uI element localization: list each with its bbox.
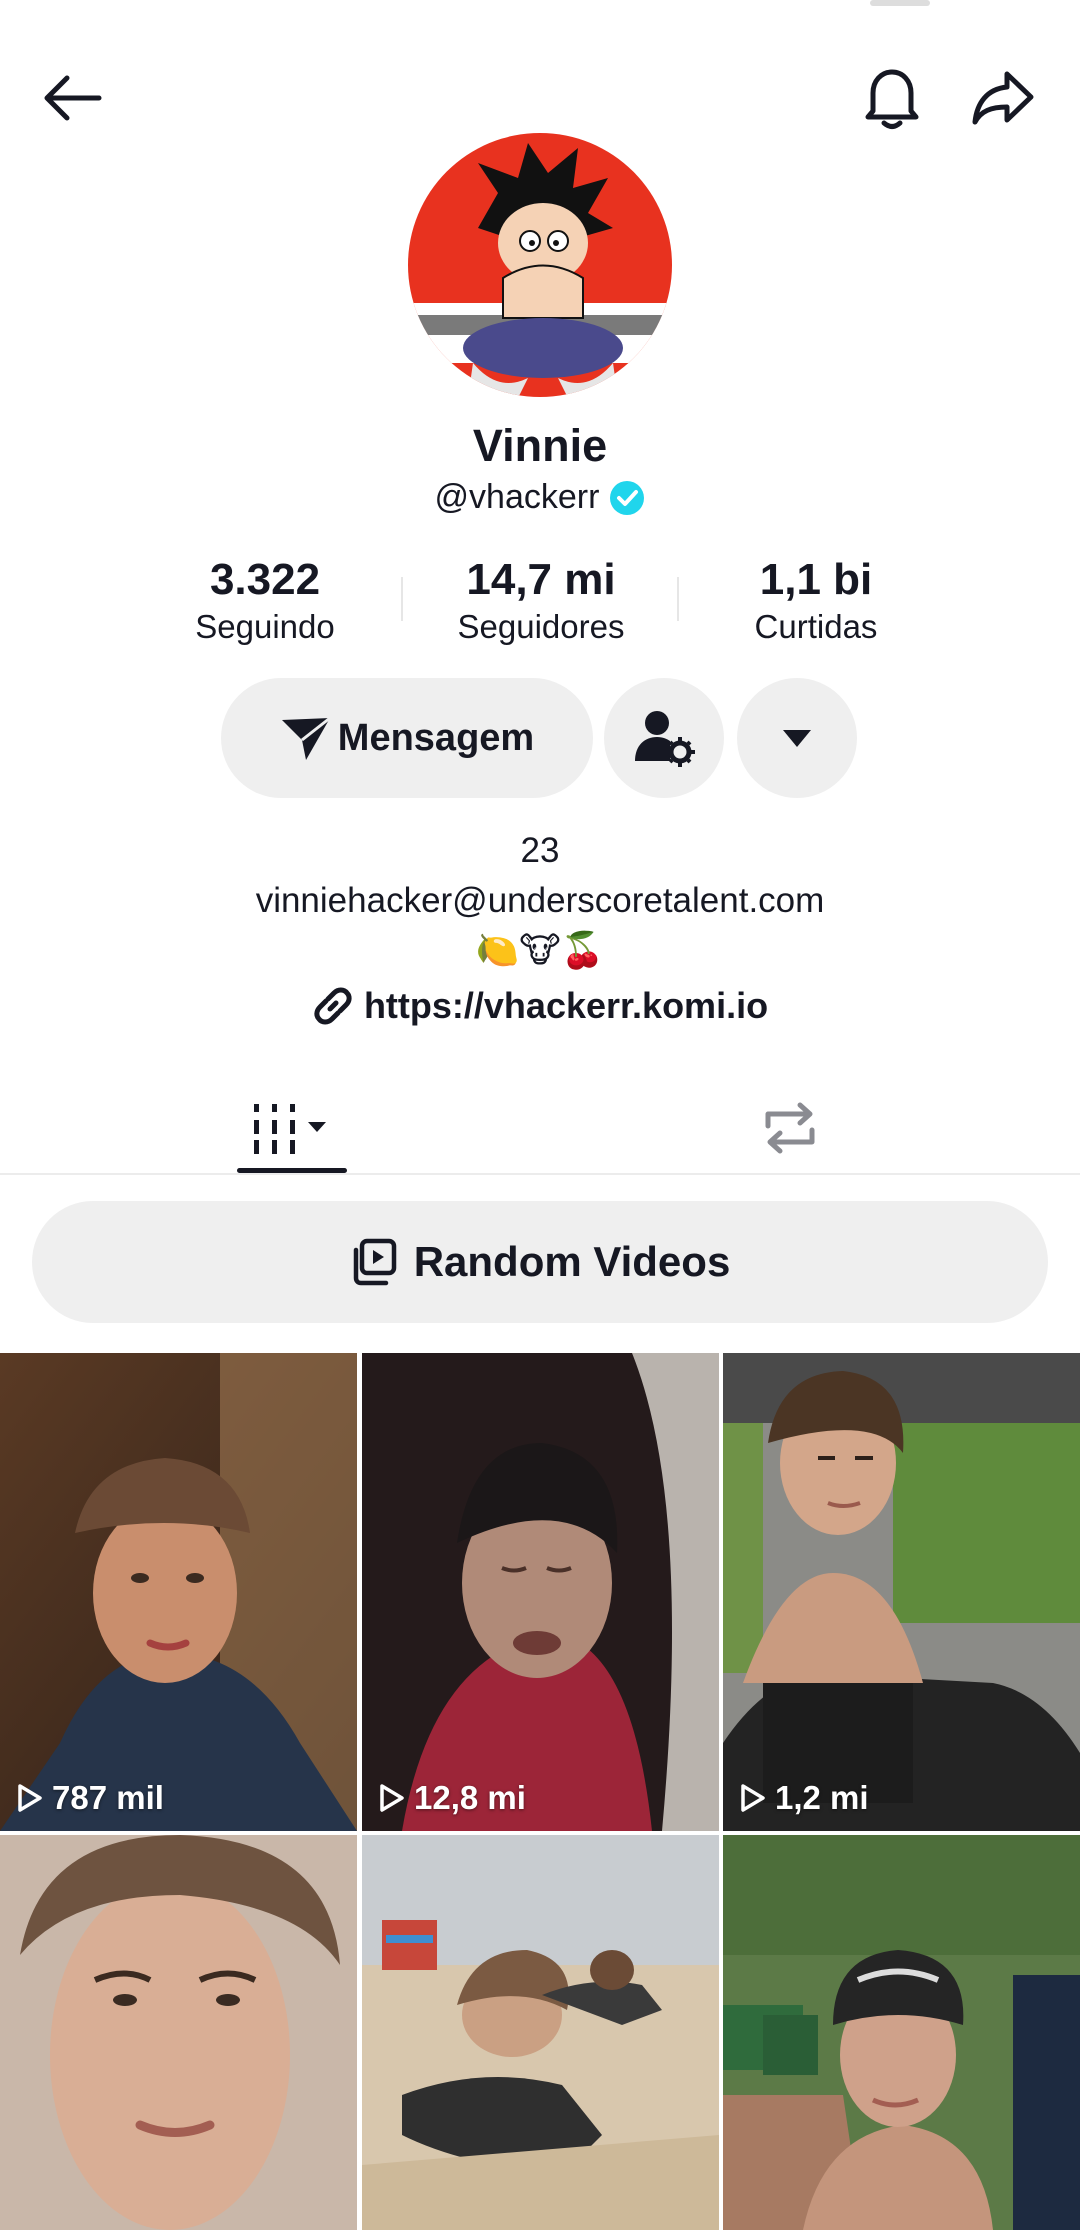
- video-grid-icon: [254, 1103, 326, 1154]
- video-thumbnail[interactable]: 787 mil: [0, 1353, 357, 1831]
- view-count: 787 mil: [16, 1779, 164, 1817]
- arrow-left-icon: [44, 75, 102, 121]
- link-icon: [314, 987, 352, 1025]
- view-count-text: 12,8 mi: [414, 1779, 526, 1816]
- bio-link[interactable]: https://vhackerr.komi.io: [0, 985, 1080, 1027]
- caret-down-icon: [783, 730, 811, 747]
- message-label: Mensagem: [337, 716, 535, 759]
- profile-actions: Mensagem: [0, 678, 1080, 798]
- stat-divider: [677, 577, 679, 621]
- active-tab-indicator: [237, 1168, 347, 1173]
- bio-line-email: vinniehacker@underscoretalent.com: [255, 881, 825, 920]
- friend-settings-button[interactable]: [604, 678, 724, 798]
- share-button[interactable]: [963, 58, 1043, 138]
- bio: 23 vinniehacker@underscoretalent.com 🍋🐮🍒: [0, 826, 1080, 976]
- stat-divider: [401, 577, 403, 621]
- profile-tabs: [0, 1080, 1080, 1175]
- video-thumbnail[interactable]: 12,8 mi: [362, 1353, 719, 1831]
- followers-label: Seguidores: [457, 608, 625, 645]
- random-videos-label: Random Videos: [413, 1238, 731, 1285]
- status-bar: [0, 0, 1080, 20]
- user-settings-icon: [635, 711, 695, 767]
- video-preview-image: [723, 1353, 1080, 1831]
- bio-line-emojis: 🍋🐮🍒: [475, 931, 605, 970]
- display-name: Vinnie: [472, 420, 608, 471]
- back-button[interactable]: [32, 58, 112, 138]
- view-count-text: 787 mil: [52, 1779, 164, 1816]
- notifications-button[interactable]: [852, 58, 932, 138]
- video-thumbnail[interactable]: [362, 1835, 719, 2230]
- followers-count: 14,7 mi: [466, 555, 616, 604]
- likes-label: Curtidas: [754, 608, 878, 645]
- view-count: 1,2 mi: [739, 1779, 869, 1817]
- avatar-image: [408, 133, 672, 397]
- message-button[interactable]: Mensagem: [221, 678, 593, 798]
- stat-followers[interactable]: 14,7 mi Seguidores: [441, 553, 641, 647]
- video-thumbnail[interactable]: [0, 1835, 357, 2230]
- status-indicator: [870, 0, 930, 6]
- handle-row: @vhackerr: [0, 478, 1080, 517]
- video-thumbnail[interactable]: [723, 1835, 1080, 2230]
- following-label: Seguindo: [195, 608, 335, 645]
- bio-link-text: https://vhackerr.komi.io: [363, 985, 769, 1026]
- random-videos-button[interactable]: Random Videos: [32, 1201, 1048, 1323]
- video-preview-image: [723, 1835, 1080, 2230]
- top-bar: [0, 58, 1080, 138]
- repost-icon: [765, 1102, 815, 1153]
- stat-likes[interactable]: 1,1 bi Curtidas: [716, 553, 916, 647]
- share-arrow-icon: [972, 71, 1034, 125]
- tab-videos[interactable]: [222, 1080, 362, 1175]
- likes-count: 1,1 bi: [759, 555, 873, 604]
- verified-badge-icon: [610, 480, 645, 515]
- view-count: 12,8 mi: [378, 1779, 526, 1817]
- play-icon: [18, 1784, 42, 1812]
- view-count-text: 1,2 mi: [775, 1779, 869, 1816]
- play-icon: [380, 1784, 404, 1812]
- bio-line-age: 23: [520, 831, 560, 870]
- profile-stats: 3.322 Seguindo 14,7 mi Seguidores 1,1 bi…: [0, 553, 1080, 653]
- send-icon: [281, 716, 331, 760]
- video-preview-image: [362, 1353, 719, 1831]
- play-icon: [741, 1784, 765, 1812]
- following-count: 3.322: [209, 555, 321, 604]
- playlist-icon: [353, 1238, 396, 1286]
- avatar[interactable]: [408, 133, 672, 397]
- tab-reposts[interactable]: [720, 1080, 860, 1175]
- bell-icon: [865, 69, 919, 129]
- stat-following[interactable]: 3.322 Seguindo: [165, 553, 365, 647]
- suggestions-dropdown-button[interactable]: [737, 678, 857, 798]
- video-thumbnail[interactable]: 1,2 mi: [723, 1353, 1080, 1831]
- video-preview-image: [362, 1835, 719, 2230]
- video-preview-image: [0, 1835, 357, 2230]
- video-preview-image: [0, 1353, 357, 1831]
- username-handle: @vhackerr: [434, 478, 600, 516]
